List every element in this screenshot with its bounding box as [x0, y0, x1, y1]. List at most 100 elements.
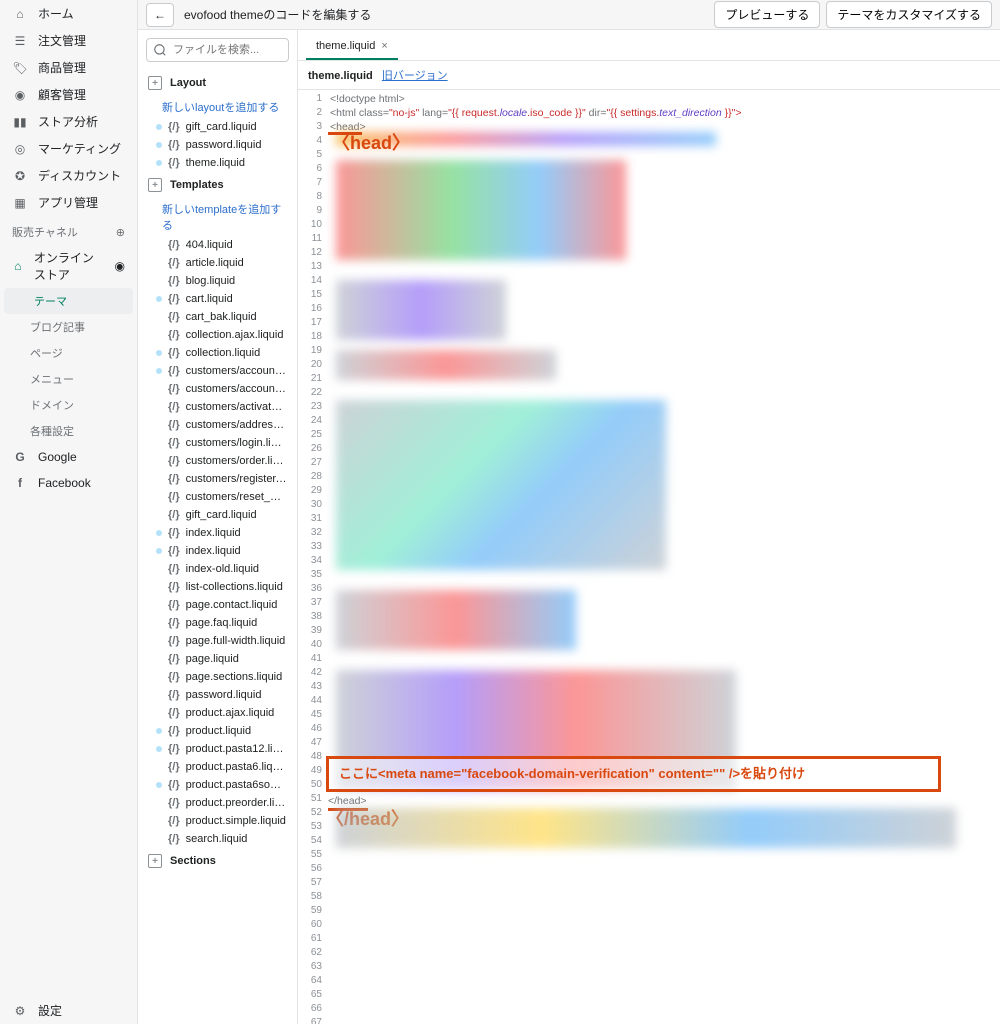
marketing-icon: ◎ [12, 141, 28, 157]
modified-dot-icon [156, 296, 162, 302]
file-item[interactable]: {/}product.preorder.liquid [138, 794, 297, 812]
liquid-icon: {/} [168, 707, 180, 719]
file-item[interactable]: {/}cart.liquid [138, 290, 297, 308]
file-item[interactable]: {/}blog.liquid [138, 272, 297, 290]
topbar: ← evofood themeのコードを編集する プレビューする テーマをカスタ… [138, 0, 1000, 30]
file-item[interactable]: {/}product.pasta6source6.liquid [138, 776, 297, 794]
nav-themes[interactable]: テーマ [4, 288, 133, 314]
file-item[interactable]: {/}gift_card.liquid [138, 118, 297, 136]
file-item[interactable]: {/}page.faq.liquid [138, 614, 297, 632]
liquid-icon: {/} [168, 635, 180, 647]
liquid-icon: {/} [168, 779, 180, 791]
modified-dot-icon [156, 530, 162, 536]
file-item[interactable]: {/}product.simple.liquid [138, 812, 297, 830]
nav-domains[interactable]: ドメイン [0, 392, 137, 418]
eye-icon[interactable]: ◉ [115, 259, 125, 273]
nav-settings[interactable]: ⚙設定 [0, 997, 137, 1024]
file-item[interactable]: {/}index.liquid [138, 524, 297, 542]
add-channel-icon[interactable]: ⊕ [116, 226, 125, 239]
nav-pages[interactable]: ページ [0, 340, 137, 366]
modified-dot-icon [156, 160, 162, 166]
file-item[interactable]: {/}cart_bak.liquid [138, 308, 297, 326]
file-item[interactable]: {/}product.ajax.liquid [138, 704, 297, 722]
file-item[interactable]: {/}collection.liquid [138, 344, 297, 362]
nav-facebook[interactable]: fFacebook [0, 470, 137, 496]
file-item[interactable]: {/}customers/addresses.liquid [138, 416, 297, 434]
file-item[interactable]: {/}customers/account.liquid [138, 362, 297, 380]
liquid-icon: {/} [168, 473, 180, 485]
breadcrumb: theme.liquid 旧バージョン [298, 61, 1000, 90]
liquid-icon: {/} [168, 383, 180, 395]
file-item[interactable]: {/}customers/register.liquid [138, 470, 297, 488]
file-item[interactable]: {/}customers/order.liquid [138, 452, 297, 470]
file-item[interactable]: {/}list-collections.liquid [138, 578, 297, 596]
nav-online-store[interactable]: ⌂オンラインストア◉ [0, 244, 137, 288]
file-search-input[interactable] [146, 38, 289, 62]
discounts-icon: ✪ [12, 168, 28, 184]
file-item[interactable]: {/}customers/reset_password.liquid [138, 488, 297, 506]
file-item[interactable]: {/}page.full-width.liquid [138, 632, 297, 650]
file-item[interactable]: {/}article.liquid [138, 254, 297, 272]
nav-menu[interactable]: メニュー [0, 366, 137, 392]
file-item[interactable]: {/}product.liquid [138, 722, 297, 740]
nav-home[interactable]: ⌂ホーム [0, 0, 137, 27]
nav-analytics[interactable]: ▮▮ストア分析 [0, 108, 137, 135]
file-item[interactable]: {/}page.contact.liquid [138, 596, 297, 614]
file-item[interactable]: {/}product.pasta6.liquid [138, 758, 297, 776]
back-button[interactable]: ← [146, 3, 174, 27]
folder-header[interactable]: +Layout [138, 70, 297, 96]
liquid-icon: {/} [168, 581, 180, 593]
nav-preferences[interactable]: 各種設定 [0, 418, 137, 444]
file-item[interactable]: {/}search.liquid [138, 830, 297, 848]
file-item[interactable]: {/}product.pasta12.liquid [138, 740, 297, 758]
customize-button[interactable]: テーマをカスタマイズする [826, 1, 992, 28]
file-item[interactable]: {/}password.liquid [138, 686, 297, 704]
liquid-icon: {/} [168, 257, 180, 269]
liquid-icon: {/} [168, 509, 180, 521]
preview-button[interactable]: プレビューする [714, 1, 820, 28]
nav-discounts[interactable]: ✪ディスカウント [0, 162, 137, 189]
file-item[interactable]: {/}gift_card.liquid [138, 506, 297, 524]
file-item[interactable]: {/}customers/activate_account.liquid [138, 398, 297, 416]
arrow-left-icon: ← [154, 8, 166, 22]
file-item[interactable]: {/}404.liquid [138, 236, 297, 254]
annotation-head-open: 〈head〉 [332, 136, 410, 150]
liquid-icon: {/} [168, 527, 180, 539]
file-item[interactable]: {/}customers/login.liquid [138, 434, 297, 452]
file-item[interactable]: {/}collection.ajax.liquid [138, 326, 297, 344]
modified-dot-icon [156, 782, 162, 788]
file-item[interactable]: {/}password.liquid [138, 136, 297, 154]
file-item[interactable]: {/}page.liquid [138, 650, 297, 668]
add-file-link[interactable]: 新しいlayoutを追加する [138, 96, 297, 118]
code-content[interactable]: <!doctype html> <html class="no-js" lang… [326, 90, 1000, 1024]
nav-products[interactable]: 🏷商品管理 [0, 54, 137, 81]
editor-tab[interactable]: theme.liquid × [306, 34, 398, 60]
liquid-icon: {/} [168, 725, 180, 737]
file-item[interactable]: {/}theme.liquid [138, 154, 297, 172]
nav-customers[interactable]: ◉顧客管理 [0, 81, 137, 108]
file-item[interactable]: {/}page.sections.liquid [138, 668, 297, 686]
folder-icon: + [148, 854, 162, 868]
liquid-icon: {/} [168, 599, 180, 611]
folder-header[interactable]: +Sections [138, 848, 297, 874]
nav-blog[interactable]: ブログ記事 [0, 314, 137, 340]
old-version-link[interactable]: 旧バージョン [382, 70, 448, 82]
folder-icon: + [148, 178, 162, 192]
close-icon[interactable]: × [381, 40, 387, 52]
page-title: evofood themeのコードを編集する [184, 6, 371, 23]
nav-apps[interactable]: ▦アプリ管理 [0, 189, 137, 216]
add-file-link[interactable]: 新しいtemplateを追加する [138, 198, 297, 236]
file-item[interactable]: {/}index-old.liquid [138, 560, 297, 578]
nav-google[interactable]: GGoogle [0, 444, 137, 470]
nav-marketing[interactable]: ◎マーケティング [0, 135, 137, 162]
home-icon: ⌂ [12, 6, 28, 22]
liquid-icon: {/} [168, 563, 180, 575]
nav-orders[interactable]: ☰注文管理 [0, 27, 137, 54]
facebook-icon: f [12, 475, 28, 491]
file-item[interactable]: {/}customers/account_bak.liquid [138, 380, 297, 398]
store-icon: ⌂ [12, 258, 24, 274]
annotation-instruction-box: ここに<meta name="facebook-domain-verificat… [326, 756, 941, 792]
file-item[interactable]: {/}index.liquid [138, 542, 297, 560]
orders-icon: ☰ [12, 33, 28, 49]
folder-header[interactable]: +Templates [138, 172, 297, 198]
